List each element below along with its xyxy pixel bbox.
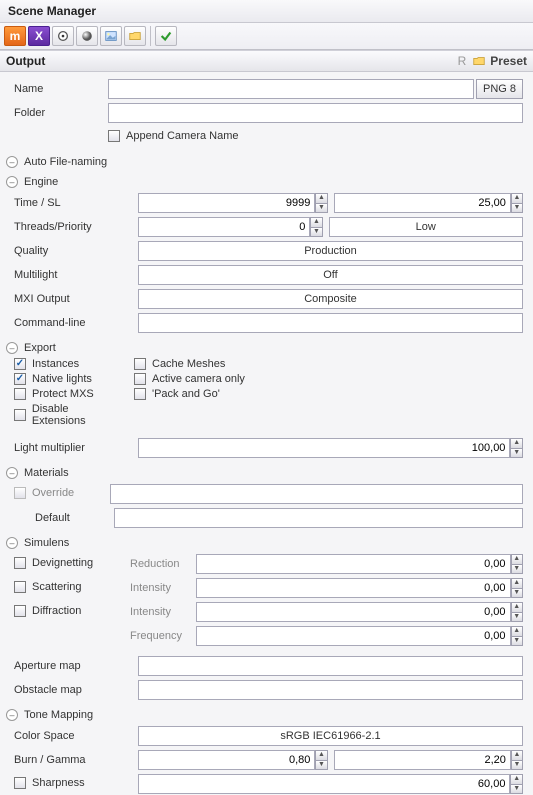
tab-sphere-icon[interactable] <box>76 26 98 46</box>
obstacle-map-input[interactable] <box>138 680 523 700</box>
tab-m-icon[interactable]: m <box>4 26 26 46</box>
instances-checkbox[interactable]: Instances <box>14 358 124 370</box>
folder-label: Folder <box>10 107 108 119</box>
quality-label: Quality <box>10 245 138 257</box>
multilight-label: Multilight <box>10 269 138 281</box>
preset-button[interactable]: Preset <box>472 54 527 68</box>
color-space-combo[interactable]: sRGB IEC61966-2.1 <box>138 726 523 746</box>
name-input[interactable] <box>108 79 474 99</box>
collapse-icon[interactable]: – <box>6 537 18 549</box>
disable-extensions-checkbox[interactable]: Disable Extensions <box>14 403 124 427</box>
collapse-icon[interactable]: – <box>6 342 18 354</box>
gamma-input[interactable] <box>334 750 511 770</box>
light-multiplier-label: Light multiplier <box>10 442 138 454</box>
group-engine[interactable]: – Engine <box>6 176 523 188</box>
tab-image-icon[interactable] <box>100 26 122 46</box>
time-stepper[interactable]: ▲▼ <box>315 193 327 213</box>
intensity2-stepper[interactable]: ▲▼ <box>511 602 523 622</box>
time-input[interactable] <box>138 193 315 213</box>
priority-combo[interactable]: Low <box>329 217 524 237</box>
tab-check-icon[interactable] <box>155 26 177 46</box>
group-export[interactable]: – Export <box>6 342 523 354</box>
override-checkbox[interactable]: Override <box>14 487 110 499</box>
burn-gamma-label: Burn / Gamma <box>10 754 138 766</box>
scattering-checkbox[interactable]: Scattering <box>14 581 126 593</box>
cache-meshes-checkbox[interactable]: Cache Meshes <box>134 358 245 370</box>
default-label: Default <box>14 512 114 524</box>
threads-priority-label: Threads/Priority <box>10 221 138 233</box>
section-header-output: Output R Preset <box>0 50 533 72</box>
collapse-icon[interactable]: – <box>6 709 18 721</box>
multilight-combo[interactable]: Off <box>138 265 523 285</box>
command-line-input[interactable] <box>138 313 523 333</box>
default-input[interactable] <box>114 508 523 528</box>
override-input[interactable] <box>110 484 523 504</box>
burn-input[interactable] <box>138 750 315 770</box>
frequency-stepper[interactable]: ▲▼ <box>511 626 523 646</box>
tab-x-icon[interactable]: X <box>28 26 50 46</box>
time-sl-label: Time / SL <box>10 197 138 209</box>
toolbar-separator <box>150 26 151 46</box>
name-ext-button[interactable]: PNG 8 <box>476 79 523 99</box>
reduction-label: Reduction <box>126 558 196 570</box>
window-titlebar: Scene Manager <box>0 0 533 23</box>
light-multiplier-stepper[interactable]: ▲▼ <box>510 438 523 458</box>
folder-icon <box>472 54 486 68</box>
protect-mxs-checkbox[interactable]: Protect MXS <box>14 388 124 400</box>
diffraction-checkbox[interactable]: Diffraction <box>14 605 126 617</box>
sharpness-stepper[interactable]: ▲▼ <box>510 774 523 794</box>
window-title: Scene Manager <box>8 4 96 18</box>
group-materials[interactable]: – Materials <box>6 467 523 479</box>
aperture-map-label: Aperture map <box>10 660 138 672</box>
quality-combo[interactable]: Production <box>138 241 523 261</box>
light-multiplier-input[interactable] <box>138 438 510 458</box>
sharpness-input[interactable] <box>138 774 510 794</box>
r-indicator: R <box>458 54 467 68</box>
collapse-icon[interactable]: – <box>6 156 18 168</box>
tab-folder-icon[interactable] <box>124 26 146 46</box>
append-camera-name-checkbox[interactable]: Append Camera Name <box>108 130 239 142</box>
devignetting-checkbox[interactable]: Devignetting <box>14 557 126 569</box>
color-space-label: Color Space <box>10 730 138 742</box>
collapse-icon[interactable]: – <box>6 176 18 188</box>
intensity2-label: Intensity <box>126 606 196 618</box>
name-label: Name <box>10 83 108 95</box>
intensity1-input[interactable] <box>196 578 511 598</box>
sharpness-checkbox[interactable]: Sharpness <box>14 777 138 789</box>
active-camera-only-checkbox[interactable]: Active camera only <box>134 373 245 385</box>
group-auto-file-naming[interactable]: – Auto File-naming <box>6 156 523 168</box>
tab-circle-icon[interactable] <box>52 26 74 46</box>
native-lights-checkbox[interactable]: Native lights <box>14 373 124 385</box>
gamma-stepper[interactable]: ▲▼ <box>511 750 523 770</box>
obstacle-map-label: Obstacle map <box>10 684 138 696</box>
sl-input[interactable] <box>334 193 511 213</box>
aperture-map-input[interactable] <box>138 656 523 676</box>
section-title: Output <box>6 54 45 68</box>
collapse-icon[interactable]: – <box>6 467 18 479</box>
toolbar: m X <box>0 23 533 50</box>
reduction-input[interactable] <box>196 554 511 574</box>
mxi-output-label: MXI Output <box>10 293 138 305</box>
frequency-label: Frequency <box>126 630 196 642</box>
pack-and-go-checkbox[interactable]: 'Pack and Go' <box>134 388 245 400</box>
threads-stepper[interactable]: ▲▼ <box>310 217 322 237</box>
intensity1-stepper[interactable]: ▲▼ <box>511 578 523 598</box>
sl-stepper[interactable]: ▲▼ <box>511 193 523 213</box>
command-line-label: Command-line <box>10 317 138 329</box>
threads-input[interactable] <box>138 217 310 237</box>
preset-label: Preset <box>490 54 527 68</box>
mxi-output-combo[interactable]: Composite <box>138 289 523 309</box>
group-simulens[interactable]: – Simulens <box>6 537 523 549</box>
reduction-stepper[interactable]: ▲▼ <box>511 554 523 574</box>
intensity2-input[interactable] <box>196 602 511 622</box>
folder-input[interactable] <box>108 103 523 123</box>
burn-stepper[interactable]: ▲▼ <box>315 750 327 770</box>
frequency-input[interactable] <box>196 626 511 646</box>
group-tone-mapping[interactable]: – Tone Mapping <box>6 709 523 721</box>
intensity1-label: Intensity <box>126 582 196 594</box>
